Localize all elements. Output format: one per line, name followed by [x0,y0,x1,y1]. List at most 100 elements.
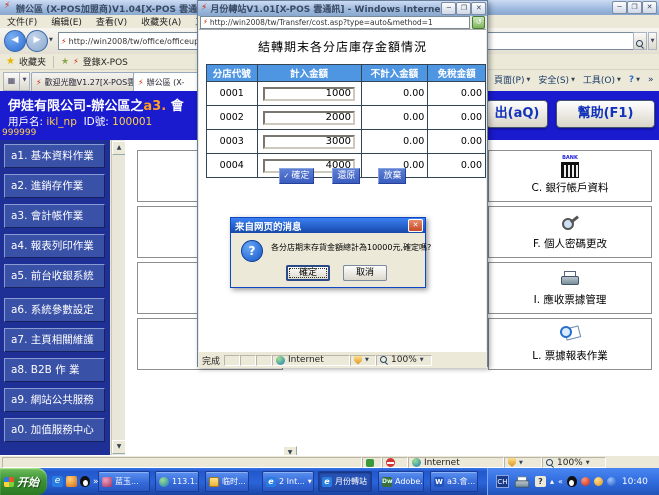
minimize-button[interactable]: ─ [612,1,627,14]
command-more[interactable]: » [648,75,654,85]
task-lanyu[interactable]: 蓝玉... [98,471,150,492]
popup-address-field[interactable]: ⚡ http://win2008/tw/Transfer/cost.asp?ty… [200,16,470,29]
status-message-panel [2,457,362,468]
entered-amount-input-0002[interactable] [263,111,355,125]
msgbox-cancel-button[interactable]: 取消 [343,265,387,281]
sidebar-item-a5[interactable]: a5. 前台收銀系統 [4,264,105,288]
restore-button[interactable]: 還原 [332,168,360,184]
menu-cell-change-password[interactable]: F. 個人密碼更改 [488,206,652,258]
close-button[interactable]: ✕ [642,1,657,14]
tray-red-icon[interactable] [581,477,590,486]
msgbox-ok-button[interactable]: 確定 [286,265,330,281]
language-indicator[interactable]: CH [496,475,509,488]
show-desktop-icon[interactable] [66,476,77,487]
menu-file[interactable]: 文件(F) [0,15,44,28]
command-page[interactable]: 頁面(P)▼ [494,73,530,86]
status-protected-panel[interactable]: ▼ [504,457,542,468]
status-zoom-panel[interactable]: 100%▼ [542,457,606,468]
store-amount-table: 分店代號 計入金額 不計入金額 免稅金額 0001 0.00 0.00 0002… [206,64,486,178]
xpos-app-icon: ⚡ [201,4,207,13]
quick-tabs-icon[interactable]: ▦ [3,72,20,91]
task-113[interactable]: 113.1... [155,471,199,492]
menu-edit[interactable]: 编辑(E) [44,15,89,28]
tray-blue-icon[interactable] [607,477,616,486]
popup-close-button[interactable]: ✕ [471,2,486,15]
task-month-transfer[interactable]: e 月份轉站 [318,471,372,492]
scroll-down-icon[interactable]: ▼ [112,440,126,454]
sidebar-item-a8[interactable]: a8. B2B 作 業 [4,358,105,382]
ie-icon: e [322,477,332,487]
popup-minimize-button[interactable]: ─ [441,2,456,15]
search-button[interactable] [633,32,647,50]
back-icon[interactable]: ◀ [4,30,26,52]
add-favorite-icon[interactable]: ★ [61,57,69,67]
site-favicon: ⚡ [61,37,67,46]
task-ie-group[interactable]: e 2 Int...▼ [262,471,314,492]
sidebar-item-a0[interactable]: a0. 加值服務中心 [4,418,105,442]
chevron-down-icon: ▼ [636,77,640,83]
ie-quicklaunch-icon[interactable]: e [52,476,63,487]
favorite-link[interactable]: 登錄X-POS [83,55,128,68]
start-button[interactable]: 开始 [0,468,47,495]
refresh-icon[interactable]: ↺ [472,16,485,29]
sidebar-item-a7[interactable]: a7. 主頁相關維護 [4,328,105,352]
tab-list-dropdown-icon[interactable]: ▼ [19,72,30,91]
green-status-icon [366,459,374,467]
menu-favorites[interactable]: 收藏夹(A) [134,15,188,28]
tab-favicon: ⚡ [138,78,144,87]
shield-icon [508,458,516,467]
popup-window: ⚡ 月份轉站V1.01[X-POS 雲通訊] - Windows Interne… [197,0,488,367]
msgbox-title: 来自网页的消息 [235,219,408,233]
menu-cell-note-reports[interactable]: L. 票據報表作業 [488,318,652,370]
command-safety[interactable]: 安全(S)▼ [538,73,575,86]
address-bar[interactable]: ⚡ http://win2008/tw/office/officeup [58,32,202,50]
entered-amount-input-0001[interactable] [263,87,355,101]
sidebar-item-a4[interactable]: a4. 報表列印作業 [4,234,105,258]
menu-cell-bank-accounts[interactable]: BANK C. 銀行帳戶資料 [488,150,652,202]
popup-titlebar: ⚡ 月份轉站V1.01[X-POS 雲通訊] - Windows Interne… [198,1,487,16]
folder-icon [209,477,219,487]
search-input[interactable] [482,32,638,50]
history-dropdown-icon[interactable]: ▼ [49,37,53,43]
sidebar-item-a3[interactable]: a3. 會計帳作業 [4,204,105,228]
status-zone-panel: Internet [408,457,504,468]
frame-scrollbar[interactable]: ▲ ▼ [111,140,125,455]
restore-button[interactable]: ❐ [627,1,642,14]
abandon-button[interactable]: 放棄 [378,168,406,184]
confirm-button[interactable]: ✓確定 [279,168,315,184]
popup-protected-panel[interactable]: ▼ [350,355,376,366]
popup-body: 結轉期末各分店庫存金額情況 分店代號 計入金額 不計入金額 免稅金額 0001 … [199,29,486,352]
task-a3-doc[interactable]: W a3.會... [430,471,478,492]
tray-orange-icon[interactable] [594,477,603,486]
tab-welcome[interactable]: ⚡ 歡迎光臨V1.27[X-POS雲... [31,72,141,91]
tray-printer-icon[interactable] [515,476,529,487]
msgbox-close-icon[interactable]: ✕ [408,219,423,232]
table-row: 0003 0.00 0.00 [207,130,486,154]
menu-view[interactable]: 查看(V) [89,15,134,28]
sidebar-item-a1[interactable]: a1. 基本資料作業 [4,144,105,168]
exit-button[interactable]: 出(aQ) [486,100,548,128]
forward-icon[interactable]: ▶ [26,30,48,52]
menu-cell-receivable-notes[interactable]: I. 應收票據管理 [488,262,652,314]
help-button[interactable]: 幫助(F1) [556,100,655,128]
sidebar-item-a9[interactable]: a9. 網站公共服務 [4,388,105,412]
popup-maximize-button[interactable]: ❐ [456,2,471,15]
expand-tray-icon[interactable]: « [558,476,563,488]
scroll-up-icon[interactable]: ▲ [112,141,126,155]
qq-icon[interactable] [80,476,90,487]
question-icon: ? [241,240,263,262]
task-adobe[interactable]: Dw Adobe... [378,471,424,492]
command-tools[interactable]: 工具(O)▼ [583,73,621,86]
command-help[interactable]: ?▼ [629,75,640,85]
favorites-star-icon[interactable]: ★ [6,56,15,67]
popup-zoom-panel[interactable]: 100%▼ [376,355,432,366]
sidebar-item-a2[interactable]: a2. 進銷存作業 [4,174,105,198]
hide-icons-chevron-icon[interactable]: ▴ [550,476,554,488]
task-temp-folder[interactable]: 临时... [205,471,249,492]
tray-help-icon[interactable]: ? [535,476,546,487]
favorites-label[interactable]: 收藏夹 [19,55,46,68]
sidebar-item-a6[interactable]: a6. 系統參數設定 [4,298,105,322]
search-options-dropdown-icon[interactable]: ▼ [648,32,657,50]
entered-amount-input-0003[interactable] [263,135,355,149]
tray-qq-icon[interactable] [567,476,577,487]
